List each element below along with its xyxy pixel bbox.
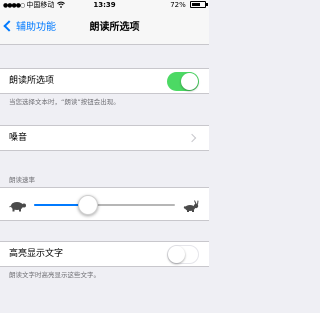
highlight-words-row[interactable]: 高亮显示文字 bbox=[0, 241, 209, 267]
speak-selection-switch[interactable] bbox=[167, 72, 199, 91]
speak-selection-row[interactable]: 朗读所选项 bbox=[0, 68, 209, 94]
page-title: 朗读所选项 bbox=[89, 22, 140, 33]
status-bar-right: 72% bbox=[170, 0, 208, 11]
speaking-rate-slider[interactable] bbox=[34, 195, 175, 215]
status-bar: ●●●●○ 中国移动 13:39 72% bbox=[0, 0, 209, 11]
switch-knob bbox=[168, 246, 185, 263]
slider-thumb[interactable] bbox=[77, 195, 98, 215]
voices-row[interactable]: 嗓音 bbox=[0, 125, 209, 151]
speak-selection-screen: ●●●●○ 中国移动 13:39 72% 辅助功能 朗读所选项 朗读所选项 当您… bbox=[0, 0, 209, 313]
highlight-words-switch[interactable] bbox=[167, 245, 199, 264]
speaking-rate-header: 朗读速率 bbox=[9, 176, 35, 184]
turtle-icon bbox=[9, 197, 27, 216]
speaking-rate-row bbox=[0, 187, 209, 221]
speak-selection-footer: 当您选择文本时，“朗读”按钮会出现。 bbox=[9, 98, 120, 106]
battery-icon bbox=[190, 1, 208, 8]
voices-label: 嗓音 bbox=[9, 133, 28, 143]
switch-knob bbox=[181, 73, 198, 90]
battery-percent: 72% bbox=[170, 1, 186, 9]
speak-selection-label: 朗读所选项 bbox=[9, 76, 55, 86]
chevron-right-icon bbox=[187, 133, 197, 143]
battery-level bbox=[192, 3, 201, 6]
highlight-words-label: 高亮显示文字 bbox=[9, 249, 64, 259]
navigation-bar: 辅助功能 朗读所选项 bbox=[0, 11, 209, 45]
rabbit-icon bbox=[183, 197, 201, 216]
highlight-words-footer: 朗读文字时高亮显示这些文字。 bbox=[9, 271, 100, 279]
